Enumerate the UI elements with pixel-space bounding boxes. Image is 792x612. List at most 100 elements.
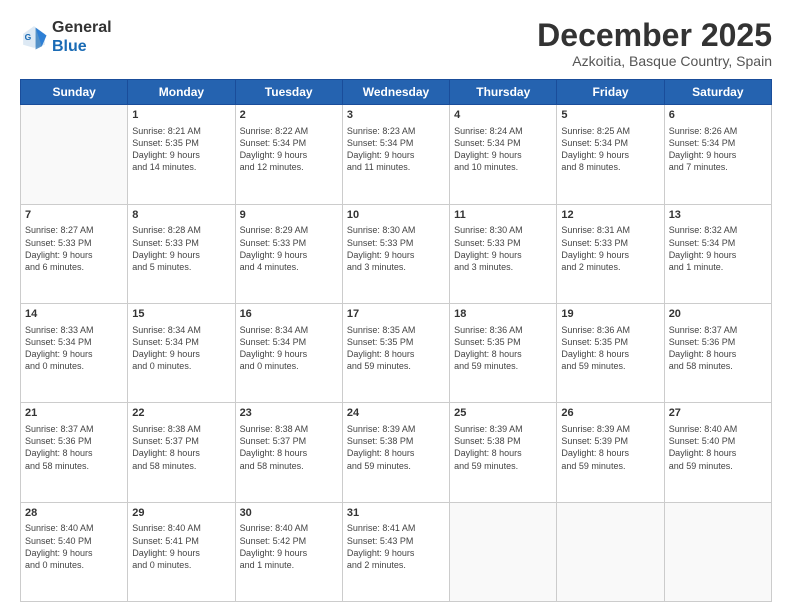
calendar-cell (450, 502, 557, 601)
calendar-cell: 17Sunrise: 8:35 AM Sunset: 5:35 PM Dayli… (342, 303, 449, 402)
logo-line2: Blue (52, 37, 112, 56)
day-number: 12 (561, 208, 659, 223)
title-block: December 2025 Azkoitia, Basque Country, … (537, 18, 772, 69)
logo: G General Blue (20, 18, 112, 56)
calendar-cell: 11Sunrise: 8:30 AM Sunset: 5:33 PM Dayli… (450, 204, 557, 303)
calendar-week-3: 14 Sunrise: 8:33 AM Sunset: 5:34 PM Dayli… (21, 303, 772, 402)
cell-content: Sunrise: 8:39 AM Sunset: 5:38 PM Dayligh… (347, 423, 445, 472)
calendar-cell: 1 Sunrise: 8:21 AM Sunset: 5:35 PM Daylig… (128, 105, 235, 204)
calendar-cell: 30Sunrise: 8:40 AM Sunset: 5:42 PM Dayli… (235, 502, 342, 601)
calendar-cell (664, 502, 771, 601)
day-number: 27 (669, 406, 767, 421)
cell-content: Sunrise: 8:27 AM Sunset: 5:33 PM Dayligh… (25, 224, 123, 273)
cell-content: Sunrise: 8:28 AM Sunset: 5:33 PM Dayligh… (132, 224, 230, 273)
calendar-week-2: 7Sunrise: 8:27 AM Sunset: 5:33 PM Daylig… (21, 204, 772, 303)
cell-content: Sunrise: 8:40 AM Sunset: 5:42 PM Dayligh… (240, 522, 338, 571)
weekday-header-row: SundayMondayTuesdayWednesdayThursdayFrid… (21, 80, 772, 105)
cell-content: Sunrise: 8:29 AM Sunset: 5:33 PM Dayligh… (240, 224, 338, 273)
day-number: 1 (132, 108, 230, 123)
day-number: 18 (454, 307, 552, 322)
calendar-week-4: 21 Sunrise: 8:37 AM Sunset: 5:36 PM Dayli… (21, 403, 772, 502)
calendar-cell (21, 105, 128, 204)
cell-content: Sunrise: 8:38 AM Sunset: 5:37 PM Dayligh… (132, 423, 230, 472)
calendar-cell: 16 Sunrise: 8:34 AM Sunset: 5:34 PM Dayli… (235, 303, 342, 402)
calendar-cell: 20Sunrise: 8:37 AM Sunset: 5:36 PM Dayli… (664, 303, 771, 402)
logo-icon: G (20, 23, 48, 51)
day-number: 5 (561, 108, 659, 123)
day-number: 16 (240, 307, 338, 322)
day-number: 3 (347, 108, 445, 123)
calendar-cell: 18Sunrise: 8:36 AM Sunset: 5:35 PM Dayli… (450, 303, 557, 402)
cell-content: Sunrise: 8:34 AM Sunset: 5:34 PM Dayligh… (132, 324, 230, 373)
calendar-cell: 27 Sunrise: 8:40 AM Sunset: 5:40 PM Dayli… (664, 403, 771, 502)
cell-content: Sunrise: 8:21 AM Sunset: 5:35 PM Dayligh… (132, 125, 230, 174)
day-number: 24 (347, 406, 445, 421)
day-number: 29 (132, 506, 230, 521)
cell-content: Sunrise: 8:39 AM Sunset: 5:39 PM Dayligh… (561, 423, 659, 472)
day-number: 17 (347, 307, 445, 322)
calendar-week-1: 1 Sunrise: 8:21 AM Sunset: 5:35 PM Daylig… (21, 105, 772, 204)
calendar-cell: 19Sunrise: 8:36 AM Sunset: 5:35 PM Dayli… (557, 303, 664, 402)
cell-content: Sunrise: 8:37 AM Sunset: 5:36 PM Dayligh… (25, 423, 123, 472)
cell-content: Sunrise: 8:30 AM Sunset: 5:33 PM Dayligh… (454, 224, 552, 273)
cell-content: Sunrise: 8:23 AM Sunset: 5:34 PM Dayligh… (347, 125, 445, 174)
weekday-header-thursday: Thursday (450, 80, 557, 105)
cell-content: Sunrise: 8:34 AM Sunset: 5:34 PM Dayligh… (240, 324, 338, 373)
calendar-cell: 3 Sunrise: 8:23 AM Sunset: 5:34 PM Daylig… (342, 105, 449, 204)
calendar-week-5: 28Sunrise: 8:40 AM Sunset: 5:40 PM Dayli… (21, 502, 772, 601)
cell-content: Sunrise: 8:33 AM Sunset: 5:34 PM Dayligh… (25, 324, 123, 373)
day-number: 26 (561, 406, 659, 421)
calendar-cell: 8Sunrise: 8:28 AM Sunset: 5:33 PM Daylig… (128, 204, 235, 303)
calendar-cell: 28Sunrise: 8:40 AM Sunset: 5:40 PM Dayli… (21, 502, 128, 601)
calendar-cell: 6Sunrise: 8:26 AM Sunset: 5:34 PM Daylig… (664, 105, 771, 204)
calendar-cell: 4 Sunrise: 8:24 AM Sunset: 5:34 PM Daylig… (450, 105, 557, 204)
calendar-cell: 29Sunrise: 8:40 AM Sunset: 5:41 PM Dayli… (128, 502, 235, 601)
calendar-cell: 13Sunrise: 8:32 AM Sunset: 5:34 PM Dayli… (664, 204, 771, 303)
cell-content: Sunrise: 8:30 AM Sunset: 5:33 PM Dayligh… (347, 224, 445, 273)
day-number: 30 (240, 506, 338, 521)
cell-content: Sunrise: 8:26 AM Sunset: 5:34 PM Dayligh… (669, 125, 767, 174)
day-number: 19 (561, 307, 659, 322)
day-number: 28 (25, 506, 123, 521)
day-number: 8 (132, 208, 230, 223)
weekday-header-tuesday: Tuesday (235, 80, 342, 105)
day-number: 15 (132, 307, 230, 322)
weekday-header-monday: Monday (128, 80, 235, 105)
calendar-cell (557, 502, 664, 601)
calendar-cell: 2 Sunrise: 8:22 AM Sunset: 5:34 PM Daylig… (235, 105, 342, 204)
day-number: 9 (240, 208, 338, 223)
day-number: 31 (347, 506, 445, 521)
cell-content: Sunrise: 8:25 AM Sunset: 5:34 PM Dayligh… (561, 125, 659, 174)
calendar-cell: 31Sunrise: 8:41 AM Sunset: 5:43 PM Dayli… (342, 502, 449, 601)
logo-line1: General (52, 18, 112, 37)
svg-text:G: G (25, 32, 32, 42)
calendar-table: SundayMondayTuesdayWednesdayThursdayFrid… (20, 79, 772, 602)
cell-content: Sunrise: 8:31 AM Sunset: 5:33 PM Dayligh… (561, 224, 659, 273)
day-number: 7 (25, 208, 123, 223)
calendar-cell: 23Sunrise: 8:38 AM Sunset: 5:37 PM Dayli… (235, 403, 342, 502)
cell-content: Sunrise: 8:40 AM Sunset: 5:40 PM Dayligh… (669, 423, 767, 472)
day-number: 23 (240, 406, 338, 421)
day-number: 22 (132, 406, 230, 421)
calendar-cell: 7Sunrise: 8:27 AM Sunset: 5:33 PM Daylig… (21, 204, 128, 303)
calendar-cell: 12Sunrise: 8:31 AM Sunset: 5:33 PM Dayli… (557, 204, 664, 303)
calendar-cell: 15 Sunrise: 8:34 AM Sunset: 5:34 PM Dayli… (128, 303, 235, 402)
calendar-cell: 10Sunrise: 8:30 AM Sunset: 5:33 PM Dayli… (342, 204, 449, 303)
weekday-header-friday: Friday (557, 80, 664, 105)
weekday-header-saturday: Saturday (664, 80, 771, 105)
calendar-cell: 22 Sunrise: 8:38 AM Sunset: 5:37 PM Dayli… (128, 403, 235, 502)
cell-content: Sunrise: 8:40 AM Sunset: 5:40 PM Dayligh… (25, 522, 123, 571)
day-number: 13 (669, 208, 767, 223)
day-number: 4 (454, 108, 552, 123)
logo-text: General Blue (52, 18, 112, 56)
day-number: 21 (25, 406, 123, 421)
day-number: 20 (669, 307, 767, 322)
day-number: 14 (25, 307, 123, 322)
calendar-cell: 26 Sunrise: 8:39 AM Sunset: 5:39 PM Dayli… (557, 403, 664, 502)
cell-content: Sunrise: 8:22 AM Sunset: 5:34 PM Dayligh… (240, 125, 338, 174)
day-number: 2 (240, 108, 338, 123)
cell-content: Sunrise: 8:24 AM Sunset: 5:34 PM Dayligh… (454, 125, 552, 174)
calendar-cell: 24 Sunrise: 8:39 AM Sunset: 5:38 PM Dayli… (342, 403, 449, 502)
calendar-header: SundayMondayTuesdayWednesdayThursdayFrid… (21, 80, 772, 105)
cell-content: Sunrise: 8:32 AM Sunset: 5:34 PM Dayligh… (669, 224, 767, 273)
